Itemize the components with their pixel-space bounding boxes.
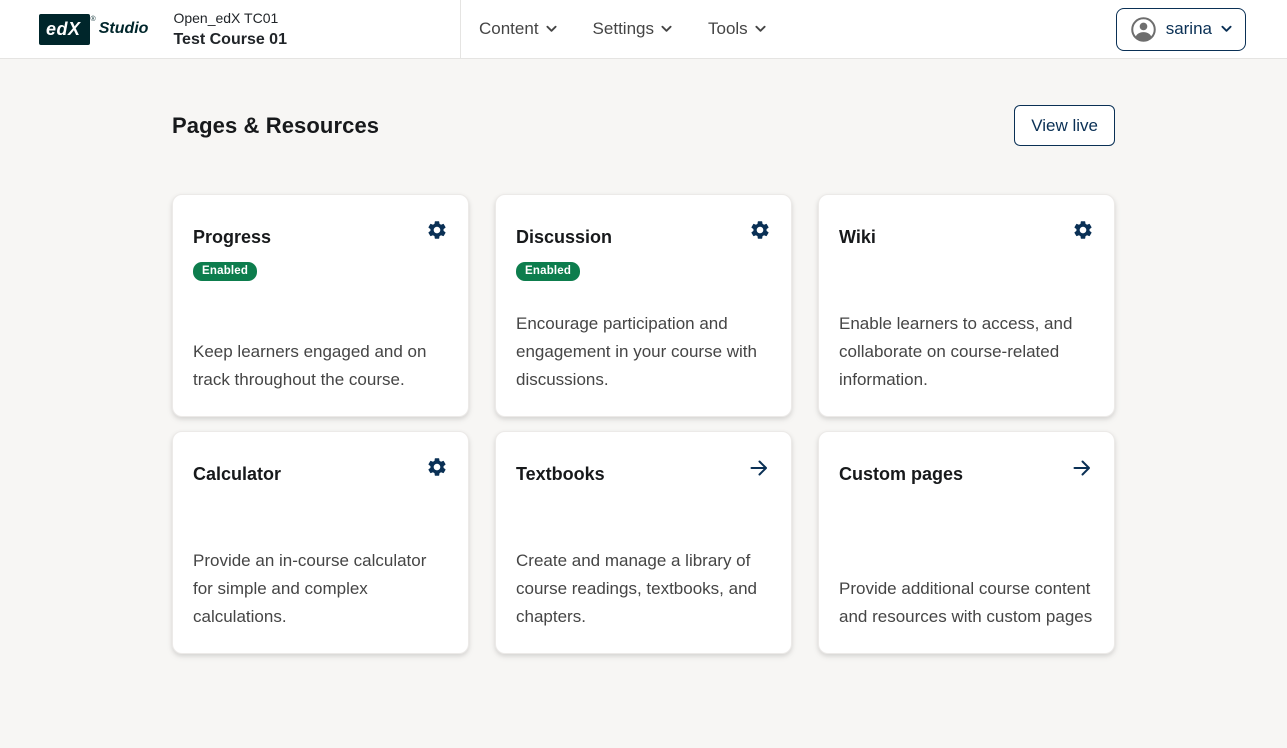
card-description: Encourage participation and engagement i… <box>516 310 771 394</box>
card-head: Wiki <box>839 219 1094 248</box>
course-org-number: Open_edX TC01 <box>173 8 287 29</box>
chevron-down-icon <box>661 25 672 33</box>
gear-icon[interactable] <box>1072 219 1094 241</box>
pages-resources-main: Pages & Resources View live Progress Ena… <box>172 105 1115 654</box>
username-label: sarina <box>1166 19 1212 39</box>
gear-icon[interactable] <box>426 456 448 478</box>
nav-tools-dropdown[interactable]: Tools <box>708 19 766 39</box>
card-head: Calculator <box>193 456 448 485</box>
person-avatar-icon <box>1130 16 1157 43</box>
card-title: Discussion <box>516 219 612 248</box>
card-title: Textbooks <box>516 456 605 485</box>
card-head: Custom pages <box>839 456 1094 485</box>
card-wiki[interactable]: Wiki Enable learners to access, and coll… <box>818 194 1115 417</box>
header-left: edX ® Studio Open_edX TC01 Test Course 0… <box>0 0 461 58</box>
course-title: Test Course 01 <box>173 29 287 50</box>
studio-wordmark: Studio <box>99 20 149 38</box>
card-title: Calculator <box>193 456 281 485</box>
chevron-down-icon <box>755 25 766 33</box>
nav-settings-label: Settings <box>593 19 654 39</box>
page-title: Pages & Resources <box>172 113 379 139</box>
card-discussion[interactable]: Discussion Enabled Encourage participati… <box>495 194 792 417</box>
card-title: Wiki <box>839 219 876 248</box>
main-nav: Content Settings Tools <box>461 0 766 58</box>
registered-mark: ® <box>91 16 96 23</box>
card-head: Progress <box>193 219 448 248</box>
card-head: Textbooks <box>516 456 771 485</box>
chevron-down-icon <box>546 25 557 33</box>
status-badge: Enabled <box>193 262 257 281</box>
arrow-forward-icon[interactable] <box>747 456 771 480</box>
view-live-button[interactable]: View live <box>1014 105 1115 146</box>
card-calculator[interactable]: Calculator Provide an in-course calculat… <box>172 431 469 654</box>
user-menu-button[interactable]: sarina <box>1116 8 1246 51</box>
nav-content-label: Content <box>479 19 539 39</box>
card-head: Discussion <box>516 219 771 248</box>
card-textbooks[interactable]: Textbooks Create and manage a library of… <box>495 431 792 654</box>
card-description: Create and manage a library of course re… <box>516 547 771 631</box>
status-badge: Enabled <box>516 262 580 281</box>
card-description: Keep learners engaged and on track throu… <box>193 338 448 394</box>
card-title: Custom pages <box>839 456 963 485</box>
card-progress[interactable]: Progress Enabled Keep learners engaged a… <box>172 194 469 417</box>
nav-content-dropdown[interactable]: Content <box>479 19 557 39</box>
nav-settings-dropdown[interactable]: Settings <box>593 19 672 39</box>
card-description: Provide an in-course calculator for simp… <box>193 547 448 631</box>
page-title-row: Pages & Resources View live <box>172 105 1115 146</box>
card-description: Enable learners to access, and collabora… <box>839 310 1094 394</box>
nav-tools-label: Tools <box>708 19 748 39</box>
edx-logo-mark: edX <box>39 14 90 45</box>
card-custom-pages[interactable]: Custom pages Provide additional course c… <box>818 431 1115 654</box>
course-info: Open_edX TC01 Test Course 01 <box>173 8 287 50</box>
gear-icon[interactable] <box>749 219 771 241</box>
card-description: Provide additional course content and re… <box>839 575 1094 631</box>
edx-studio-logo[interactable]: edX ® Studio <box>39 14 148 45</box>
gear-icon[interactable] <box>426 219 448 241</box>
chevron-down-icon <box>1221 25 1232 33</box>
studio-header: edX ® Studio Open_edX TC01 Test Course 0… <box>0 0 1287 59</box>
arrow-forward-icon[interactable] <box>1070 456 1094 480</box>
card-grid: Progress Enabled Keep learners engaged a… <box>172 194 1115 654</box>
card-title: Progress <box>193 219 271 248</box>
